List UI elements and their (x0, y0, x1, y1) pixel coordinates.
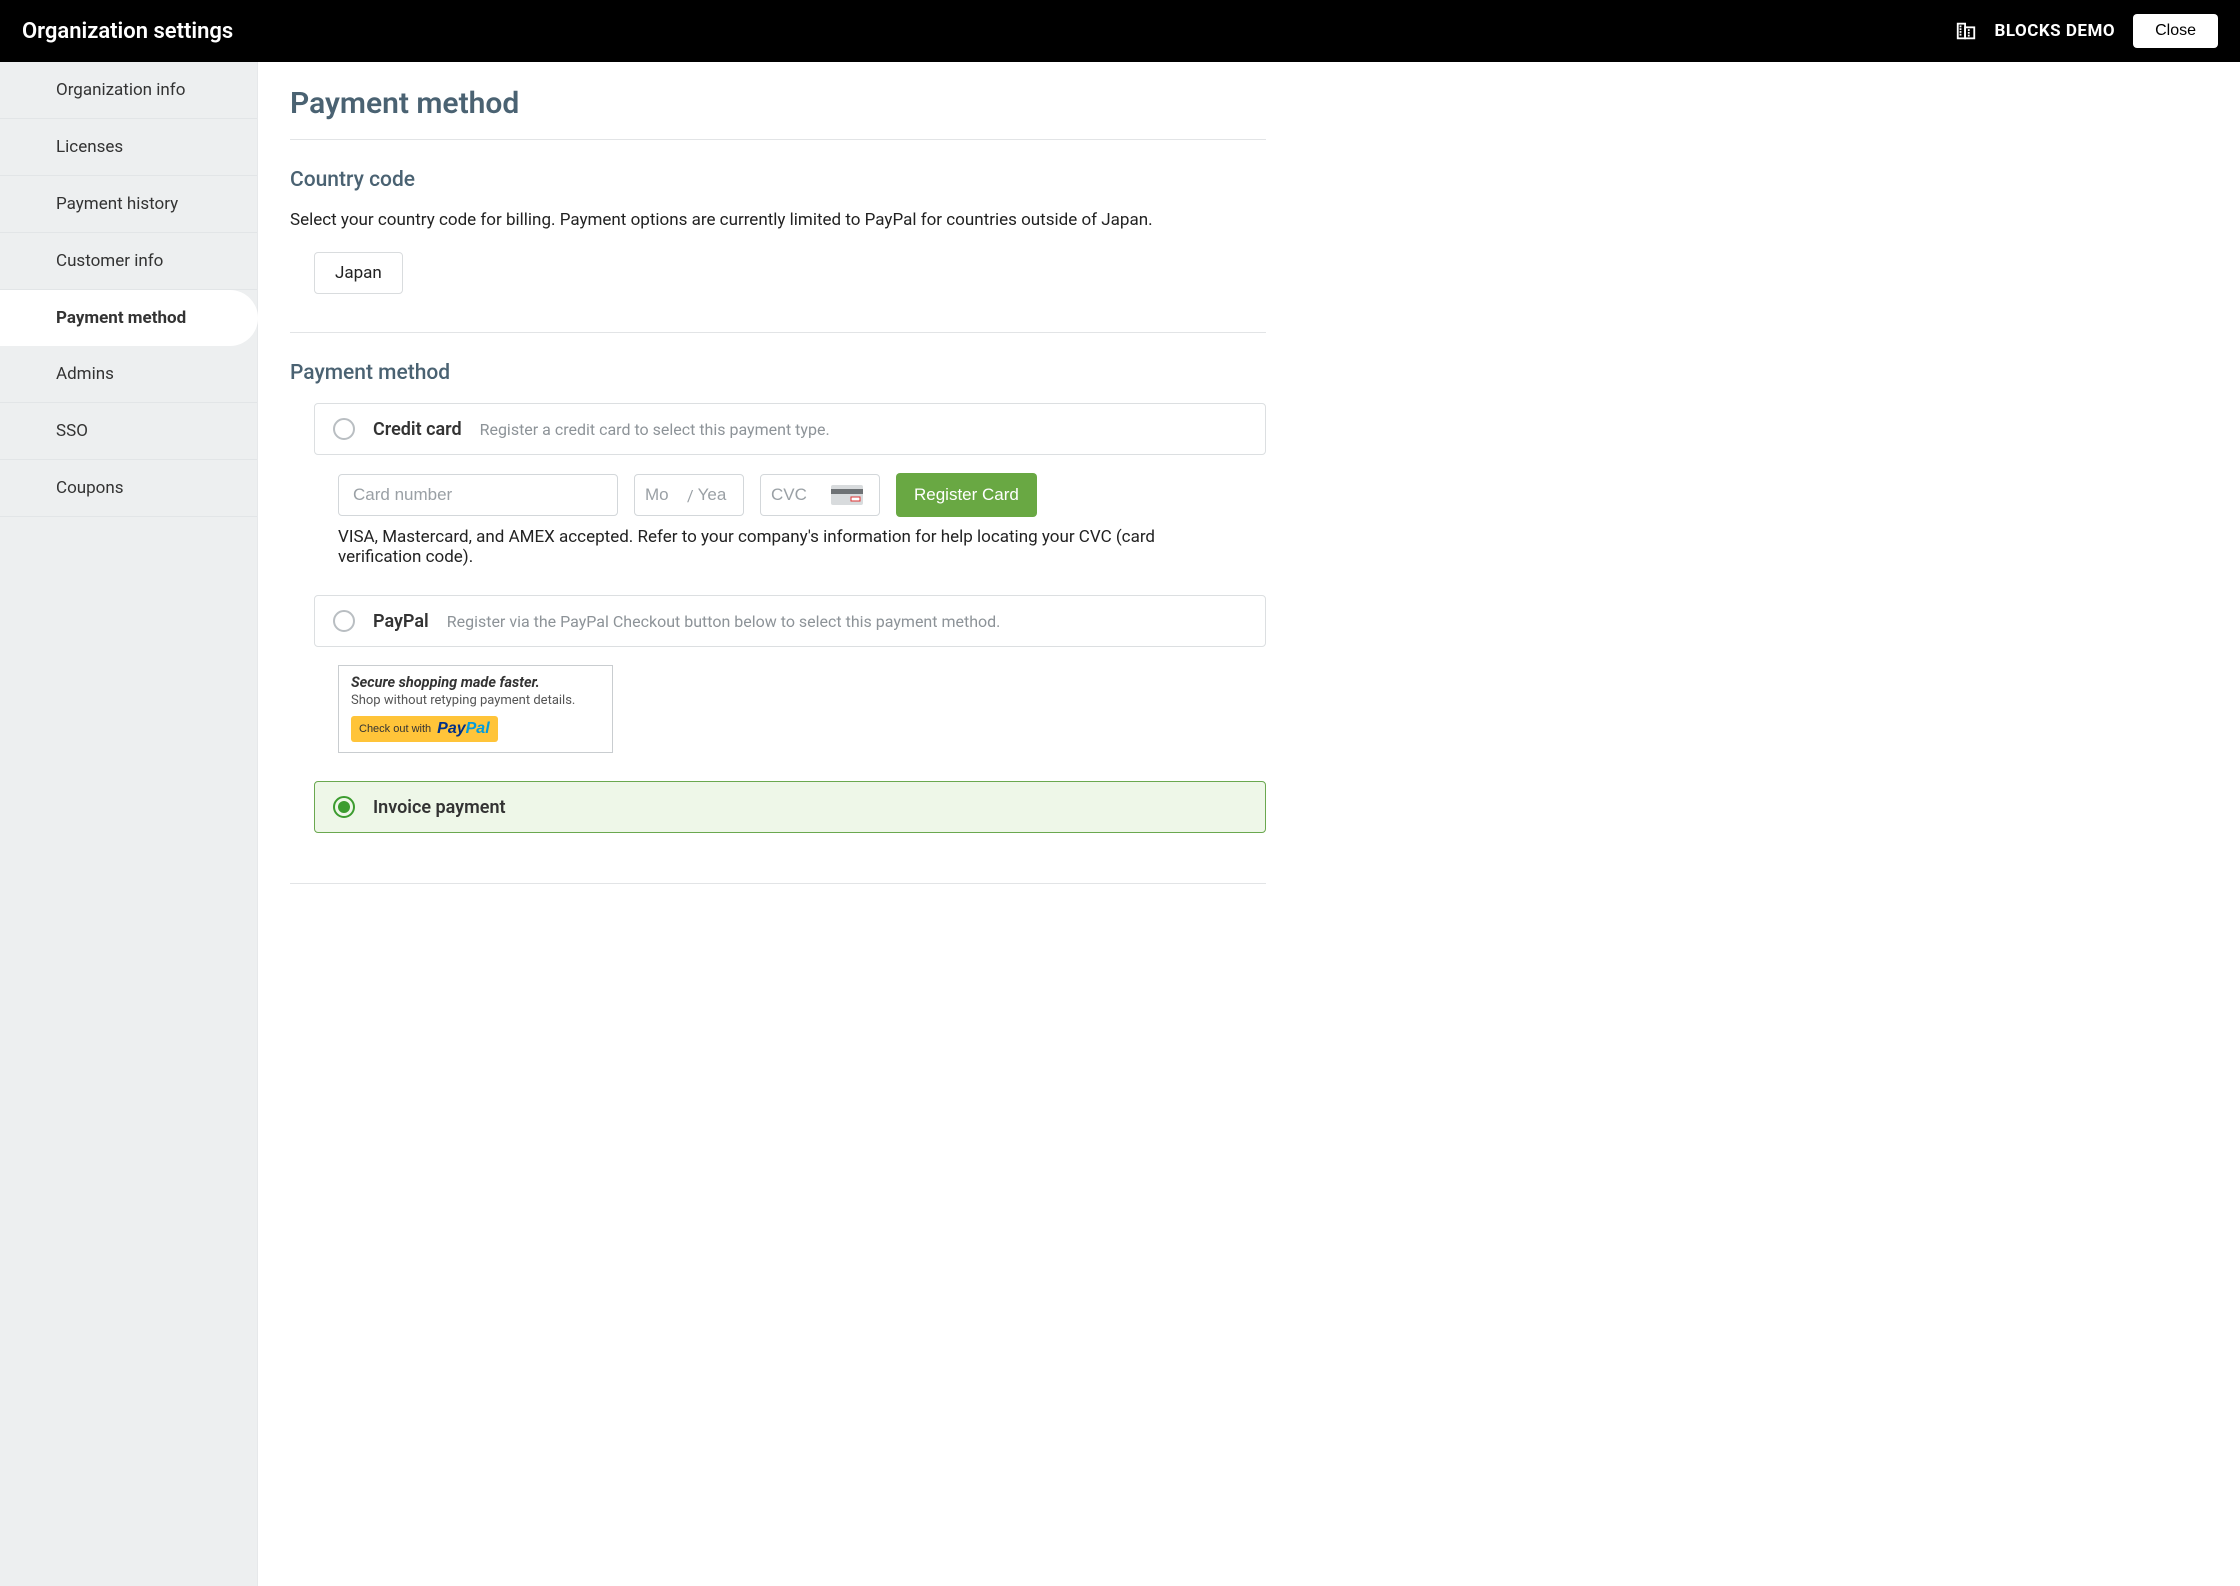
sidebar-item-label: Customer info (56, 251, 163, 271)
sidebar-item-licenses[interactable]: Licenses (0, 119, 257, 176)
paypal-option[interactable]: PayPal Register via the PayPal Checkout … (314, 595, 1266, 647)
divider (290, 332, 1266, 333)
paypal-popup: Secure shopping made faster. Shop withou… (338, 665, 613, 753)
paypal-checkout-button[interactable]: Check out with PayPal (351, 716, 498, 742)
credit-card-note: VISA, Mastercard, and AMEX accepted. Ref… (338, 527, 1178, 567)
sidebar-item-label: Admins (56, 364, 114, 384)
app-header: Organization settings BLOCKS DEMO Close (0, 0, 2240, 62)
sidebar-item-customer-info[interactable]: Customer info (0, 233, 257, 290)
invoice-block: Invoice payment (290, 781, 1266, 833)
credit-card-icon (831, 485, 863, 505)
payment-method-heading: Payment method (290, 361, 1266, 385)
country-selector[interactable]: Japan (314, 252, 403, 294)
paypal-option-label: PayPal (373, 611, 429, 632)
sidebar-item-payment-method[interactable]: Payment method (0, 290, 258, 346)
paypal-block: PayPal Register via the PayPal Checkout … (290, 595, 1266, 753)
sidebar-item-label: Coupons (56, 478, 124, 498)
sidebar-item-admins[interactable]: Admins (0, 346, 257, 403)
country-section: Country code Select your country code fo… (290, 168, 1266, 294)
sidebar-item-label: Organization info (56, 80, 185, 100)
sidebar-item-organization-info[interactable]: Organization info (0, 62, 257, 119)
org-name: BLOCKS DEMO (1995, 21, 2116, 41)
divider (290, 139, 1266, 140)
invoice-option-label: Invoice payment (373, 797, 506, 818)
header-right: BLOCKS DEMO Close (1955, 14, 2218, 48)
sidebar-item-label: Payment method (56, 308, 186, 328)
payment-method-section: Payment method Credit card Register a cr… (290, 361, 1266, 884)
invoice-option[interactable]: Invoice payment (314, 781, 1266, 833)
paypal-popup-title: Secure shopping made faster. (351, 674, 600, 691)
main-content: Payment method Country code Select your … (258, 62, 1298, 1586)
country-selected-value: Japan (335, 263, 382, 283)
radio-icon-selected (333, 796, 355, 818)
sidebar-item-label: Payment history (56, 194, 178, 214)
sidebar-item-payment-history[interactable]: Payment history (0, 176, 257, 233)
credit-card-option[interactable]: Credit card Register a credit card to se… (314, 403, 1266, 455)
radio-icon (333, 418, 355, 440)
header-title: Organization settings (22, 19, 233, 44)
sidebar-item-sso[interactable]: SSO (0, 403, 257, 460)
radio-icon (333, 610, 355, 632)
paypal-button-prefix: Check out with (359, 723, 431, 735)
paypal-logo-icon: PayPal (437, 720, 489, 738)
expiry-input-group: / (634, 474, 744, 516)
sidebar-item-label: Licenses (56, 137, 123, 157)
credit-card-option-hint: Register a credit card to select this pa… (480, 420, 830, 439)
paypal-option-hint: Register via the PayPal Checkout button … (447, 612, 1001, 631)
divider (290, 883, 1266, 884)
sidebar-item-coupons[interactable]: Coupons (0, 460, 257, 517)
sidebar-item-label: SSO (56, 421, 88, 441)
expiry-month-input[interactable] (645, 485, 683, 505)
credit-card-form-row: / Register Card (338, 473, 1266, 517)
register-card-button[interactable]: Register Card (896, 473, 1037, 517)
slash-separator: / (687, 486, 694, 505)
page-title: Payment method (290, 86, 1266, 121)
credit-card-option-label: Credit card (373, 419, 462, 440)
expiry-year-input[interactable] (698, 485, 736, 505)
credit-card-block: Credit card Register a credit card to se… (290, 403, 1266, 567)
paypal-popup-subtitle: Shop without retyping payment details. (351, 693, 600, 708)
card-number-input[interactable] (338, 474, 618, 516)
cvc-input-group (760, 474, 880, 516)
cvc-input[interactable] (771, 485, 821, 505)
country-description: Select your country code for billing. Pa… (290, 210, 1266, 230)
building-icon (1955, 20, 1977, 42)
country-heading: Country code (290, 168, 1266, 192)
sidebar: Organization info Licenses Payment histo… (0, 62, 258, 1586)
close-button[interactable]: Close (2133, 14, 2218, 48)
